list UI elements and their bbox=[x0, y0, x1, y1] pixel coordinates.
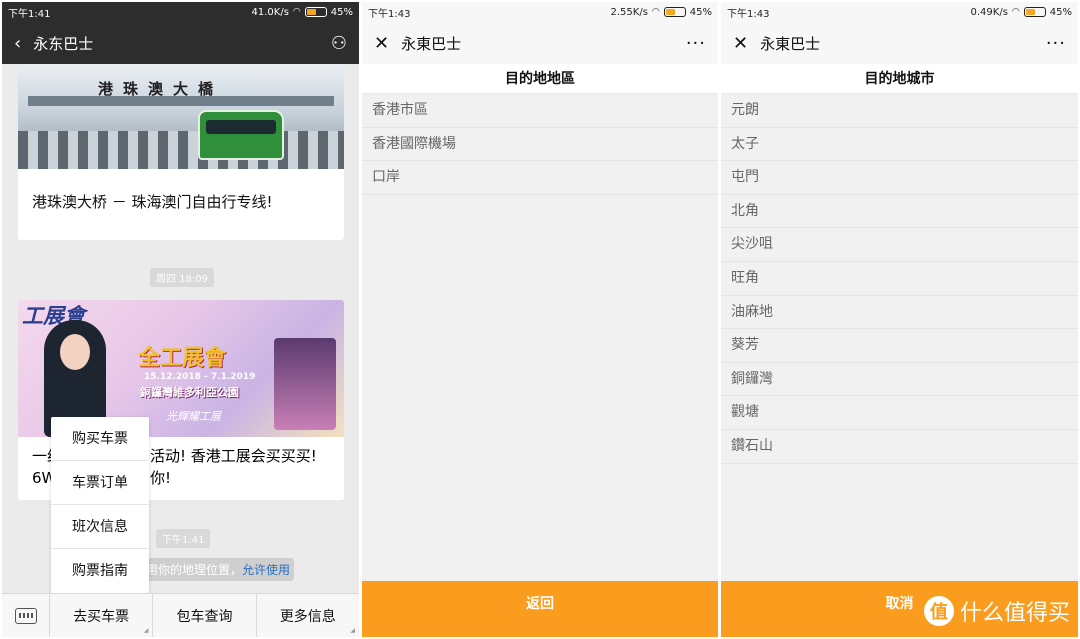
list-item[interactable]: 香港市區 bbox=[362, 94, 718, 128]
timestamp-chip: 周四 18:09 bbox=[150, 268, 214, 287]
expo-title: 全工展會 bbox=[138, 346, 227, 371]
region-list: 香港市區 香港國際機場 口岸 bbox=[362, 94, 718, 195]
list-item[interactable]: 尖沙咀 bbox=[721, 228, 1078, 262]
menu-item-ticket-orders[interactable]: 车票订单 bbox=[51, 461, 149, 505]
section-title: 目的地城市 bbox=[721, 64, 1078, 94]
close-icon[interactable]: ✕ bbox=[733, 33, 748, 54]
more-options-icon[interactable]: ··· bbox=[1046, 33, 1066, 54]
wifi-icon: ◠ bbox=[292, 7, 301, 17]
status-bar: 下午1:43 2.55K/s ◠ 45% bbox=[362, 2, 718, 22]
list-item[interactable]: 太子 bbox=[721, 127, 1078, 162]
destination-region-screen: 下午1:43 2.55K/s ◠ 45% ✕ 永東巴士 ··· 目的地地區 香港… bbox=[362, 2, 718, 637]
menu-charter-query[interactable]: 包车查询 bbox=[153, 594, 257, 637]
network-speed: 0.49K/s bbox=[970, 6, 1008, 18]
menu-item-purchase-guide[interactable]: 购票指南 bbox=[51, 549, 149, 593]
article-caption: 港珠澳大桥 － 珠海澳门自由行专线! bbox=[32, 193, 273, 211]
menu-buy-ticket[interactable]: 去买车票 bbox=[50, 594, 154, 637]
destination-city-screen: 下午1:43 0.49K/s ◠ 45% ✕ 永東巴士 ··· 目的地城市 元朗… bbox=[721, 2, 1078, 637]
article-card-bridge[interactable]: 港珠澳大橋 港珠澳大桥 － 珠海澳门自由行专线! bbox=[18, 66, 344, 240]
status-bar: 下午1:41 41.0K/s ◠ 45% bbox=[2, 2, 359, 22]
wechat-chat-screen: 下午1:41 41.0K/s ◠ 45% ‹ 永东巴士 ⚇ 港珠澳大橋 港珠澳大… bbox=[2, 2, 359, 637]
close-icon[interactable]: ✕ bbox=[374, 33, 389, 54]
booth-image bbox=[274, 338, 336, 430]
battery-level: 45% bbox=[689, 6, 712, 18]
expo-venue: 銅鑼灣維多利亞公園 bbox=[140, 386, 239, 399]
wifi-icon: ◠ bbox=[1011, 7, 1020, 17]
keyboard-icon bbox=[14, 607, 37, 624]
list-item[interactable]: 口岸 bbox=[362, 161, 718, 195]
keyboard-toggle[interactable] bbox=[2, 594, 50, 637]
list-item[interactable]: 油麻地 bbox=[721, 295, 1078, 330]
status-time: 下午1:41 bbox=[8, 8, 51, 20]
list-item[interactable]: 北角 bbox=[721, 194, 1078, 229]
list-item[interactable]: 葵芳 bbox=[721, 329, 1078, 363]
webview-header: ✕ 永東巴士 ··· bbox=[362, 22, 718, 64]
expo-dates: 15.12.2018 - 7.1.2019 bbox=[144, 372, 256, 382]
submenu-popup: 购买车票 车票订单 班次信息 购票指南 bbox=[51, 417, 149, 593]
battery-level: 45% bbox=[1049, 6, 1072, 18]
status-bar: 下午1:43 0.49K/s ◠ 45% bbox=[721, 2, 1078, 22]
location-permission-note: 用你的地理位置，允许使用 bbox=[142, 558, 295, 581]
expo-slogan: 光輝耀工展 bbox=[166, 410, 221, 423]
list-item[interactable]: 鑽石山 bbox=[721, 429, 1078, 464]
user-profile-icon[interactable]: ⚇ bbox=[331, 33, 347, 54]
list-item[interactable]: 旺角 bbox=[721, 261, 1078, 296]
section-title: 目的地地區 bbox=[362, 64, 718, 94]
list-item[interactable]: 香港國際機場 bbox=[362, 127, 718, 162]
bridge-banner-image: 港珠澳大橋 bbox=[18, 66, 344, 169]
status-time: 下午1:43 bbox=[368, 8, 411, 20]
list-item[interactable]: 屯門 bbox=[721, 161, 1078, 195]
chat-header: ‹ 永东巴士 ⚇ bbox=[2, 22, 359, 64]
battery-icon bbox=[663, 7, 686, 17]
battery-icon bbox=[1023, 7, 1046, 17]
more-options-icon[interactable]: ··· bbox=[686, 33, 706, 54]
menu-more-info[interactable]: 更多信息 bbox=[257, 594, 359, 637]
network-speed: 41.0K/s bbox=[251, 6, 289, 18]
bottom-menu-bar: 去买车票 包车查询 更多信息 bbox=[2, 593, 359, 637]
city-list: 元朗 太子 屯門 北角 尖沙咀 旺角 油麻地 葵芳 銅鑼灣 觀塘 鑽石山 bbox=[721, 94, 1078, 464]
list-item[interactable]: 銅鑼灣 bbox=[721, 362, 1078, 397]
watermark: 值 什么值得买 bbox=[923, 595, 1070, 627]
list-item[interactable]: 觀塘 bbox=[721, 396, 1078, 430]
list-item[interactable]: 元朗 bbox=[721, 94, 1078, 128]
wifi-icon: ◠ bbox=[651, 7, 660, 17]
allow-location-link[interactable]: 允许使用 bbox=[242, 563, 290, 577]
battery-icon bbox=[304, 7, 327, 17]
network-speed: 2.55K/s bbox=[610, 6, 648, 18]
page-title: 永東巴士 bbox=[760, 34, 821, 53]
chat-title: 永东巴士 bbox=[33, 34, 94, 53]
menu-item-buy-ticket[interactable]: 购买车票 bbox=[51, 417, 149, 461]
webview-header: ✕ 永東巴士 ··· bbox=[721, 22, 1078, 64]
back-icon[interactable]: ‹ bbox=[14, 33, 21, 54]
smzdm-logo-icon: 值 bbox=[923, 596, 954, 626]
status-time: 下午1:43 bbox=[727, 8, 770, 20]
watermark-text: 什么值得买 bbox=[959, 601, 1070, 626]
page-title: 永東巴士 bbox=[401, 34, 462, 53]
back-button[interactable]: 返回 bbox=[362, 581, 718, 637]
battery-level: 45% bbox=[330, 6, 353, 18]
menu-item-schedule-info[interactable]: 班次信息 bbox=[51, 505, 149, 549]
bus-image bbox=[198, 110, 284, 160]
timestamp-chip: 下午1:41 bbox=[156, 529, 211, 548]
